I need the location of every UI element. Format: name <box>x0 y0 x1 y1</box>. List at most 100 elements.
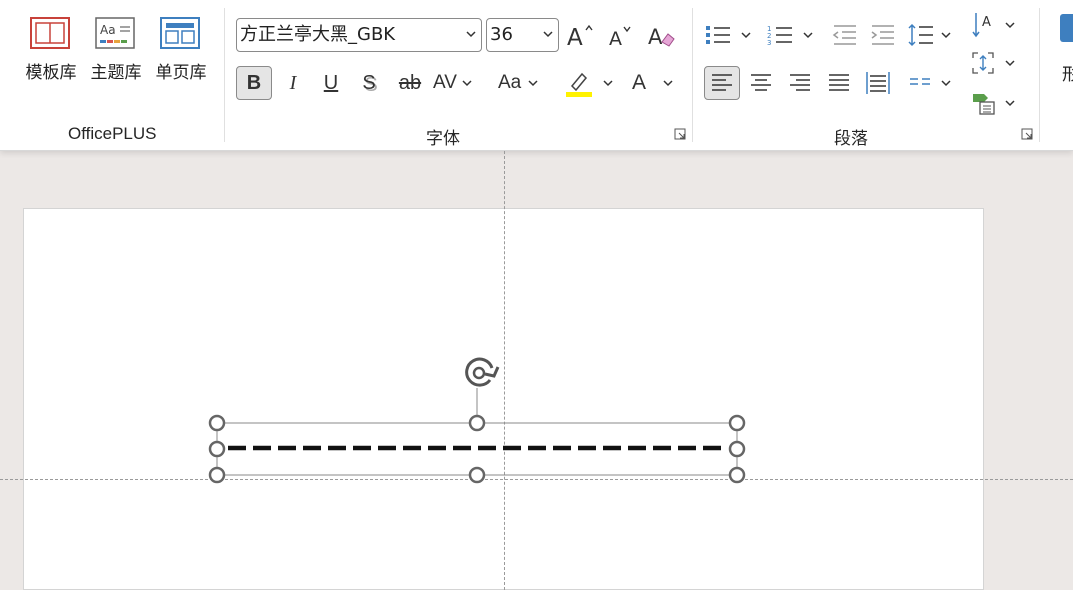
distributed-align-icon <box>866 72 890 94</box>
template-library-button[interactable]: 模板库 <box>20 14 82 88</box>
font-color-glyph: A <box>632 71 647 94</box>
align-center-icon <box>751 74 771 91</box>
svg-text:3: 3 <box>767 39 771 47</box>
officeplus-group-label: OfficePLUS <box>68 124 157 143</box>
chevron-down-icon <box>803 32 813 39</box>
decrease-indent-icon <box>832 25 856 45</box>
align-right-button[interactable] <box>783 66 817 100</box>
highlight-color-button[interactable] <box>564 66 616 100</box>
font-dialog-launcher-icon[interactable] <box>674 128 686 140</box>
align-center-button[interactable] <box>744 66 778 100</box>
selected-textbox[interactable] <box>200 352 760 492</box>
resize-handle-top[interactable] <box>468 414 486 432</box>
font-size-value: 36 <box>490 24 513 45</box>
chevron-down-icon <box>941 80 951 87</box>
chevron-down-icon <box>1005 100 1015 107</box>
shape-gallery-icon[interactable] <box>1060 14 1073 42</box>
bullets-button[interactable] <box>704 18 756 52</box>
bold-glyph: B <box>246 71 262 94</box>
chevron-down-icon <box>1005 60 1015 67</box>
align-left-button[interactable] <box>704 66 740 100</box>
line-spacing-button[interactable] <box>906 18 958 52</box>
clear-formatting-icon: A <box>648 25 675 49</box>
justify-button[interactable] <box>822 66 856 100</box>
chevron-down-icon <box>941 32 951 39</box>
chevron-down-icon <box>528 80 538 87</box>
font-name-value: 方正兰亭大黑_GBK <box>240 24 396 45</box>
underline-button[interactable]: U <box>315 66 347 100</box>
text-shadow-button[interactable]: S <box>353 66 385 100</box>
columns-icon <box>910 78 930 85</box>
italic-glyph: I <box>289 71 297 94</box>
chevron-down-icon <box>466 31 476 38</box>
shape-group-partial-label: 形 <box>1062 65 1073 85</box>
resize-handle-left[interactable] <box>208 440 226 458</box>
font-color-button[interactable]: A <box>628 66 676 100</box>
bold-button[interactable]: B <box>236 66 272 100</box>
character-spacing-glyph: AV <box>433 72 457 93</box>
single-page-library-label: 单页库 <box>155 63 207 83</box>
rotate-handle-icon[interactable] <box>465 357 500 388</box>
change-case-glyph: Aa <box>498 72 522 93</box>
strikethrough-glyph: ab <box>398 71 422 94</box>
shrink-font-icon: A <box>609 26 631 50</box>
chevron-down-icon <box>1005 22 1015 29</box>
numbering-button[interactable]: 1 2 3 <box>766 18 818 52</box>
grow-font-icon: A <box>567 24 593 50</box>
paragraph-group-label: 段落 <box>834 129 868 148</box>
chevron-down-icon <box>462 80 472 87</box>
resize-handle-bottom[interactable] <box>468 466 486 484</box>
svg-text:A: A <box>648 25 663 49</box>
resize-handle-bottom-left[interactable] <box>208 466 226 484</box>
distributed-button[interactable] <box>861 66 895 100</box>
svg-text:A: A <box>609 28 622 50</box>
svg-text:A: A <box>982 15 991 30</box>
svg-text:A: A <box>567 25 583 50</box>
theme-library-label: 主题库 <box>90 63 142 83</box>
resize-handle-top-left[interactable] <box>208 414 226 432</box>
grow-font-button[interactable]: A <box>564 18 596 52</box>
clear-formatting-button[interactable]: A <box>644 18 678 52</box>
strikethrough-button[interactable]: ab <box>393 66 427 100</box>
theme-library-icon: Aa <box>95 17 135 49</box>
align-text-button[interactable] <box>970 46 1022 80</box>
font-group-label: 字体 <box>426 129 460 148</box>
numbered-list-icon: 1 2 3 <box>767 25 792 47</box>
font-name-combo[interactable]: 方正兰亭大黑_GBK <box>236 18 482 52</box>
align-right-icon <box>790 74 810 91</box>
bullet-list-icon <box>706 26 730 44</box>
line-spacing-icon <box>908 23 933 47</box>
resize-handle-right[interactable] <box>728 440 746 458</box>
shrink-font-button[interactable]: A <box>604 18 636 52</box>
font-size-combo[interactable]: 36 <box>486 18 559 52</box>
chevron-down-icon <box>741 32 751 39</box>
resize-handle-bottom-right[interactable] <box>728 466 746 484</box>
svg-text:Aa: Aa <box>100 23 116 37</box>
increase-indent-button[interactable] <box>866 18 898 52</box>
group-separator <box>224 8 225 142</box>
smartart-convert-button[interactable] <box>970 86 1022 120</box>
align-left-icon <box>712 74 732 91</box>
single-page-library-button[interactable]: 单页库 <box>150 14 212 88</box>
justify-icon <box>829 74 849 91</box>
text-direction-button[interactable]: A <box>970 8 1022 42</box>
paragraph-dialog-launcher-icon[interactable] <box>1021 128 1033 140</box>
smartart-convert-icon <box>973 94 995 115</box>
chevron-down-icon <box>543 31 553 38</box>
single-page-library-icon <box>160 17 200 49</box>
highlighter-icon <box>566 72 592 97</box>
resize-handle-top-right[interactable] <box>728 414 746 432</box>
columns-button[interactable] <box>908 66 956 100</box>
template-library-icon <box>30 17 70 49</box>
group-separator <box>1039 8 1040 142</box>
theme-library-button[interactable]: Aa 主题库 <box>85 14 147 88</box>
align-text-icon <box>972 52 994 74</box>
text-direction-icon: A <box>972 13 991 38</box>
group-separator <box>692 8 693 142</box>
character-spacing-button[interactable]: AV <box>433 66 483 100</box>
chevron-down-icon <box>663 80 673 87</box>
decrease-indent-button[interactable] <box>828 18 860 52</box>
ribbon: 模板库 Aa 主题库 单页库 OfficePLUS 方正兰亭大黑_GBK 36 <box>0 0 1073 151</box>
change-case-button[interactable]: Aa <box>498 66 546 100</box>
italic-button[interactable]: I <box>277 66 309 100</box>
